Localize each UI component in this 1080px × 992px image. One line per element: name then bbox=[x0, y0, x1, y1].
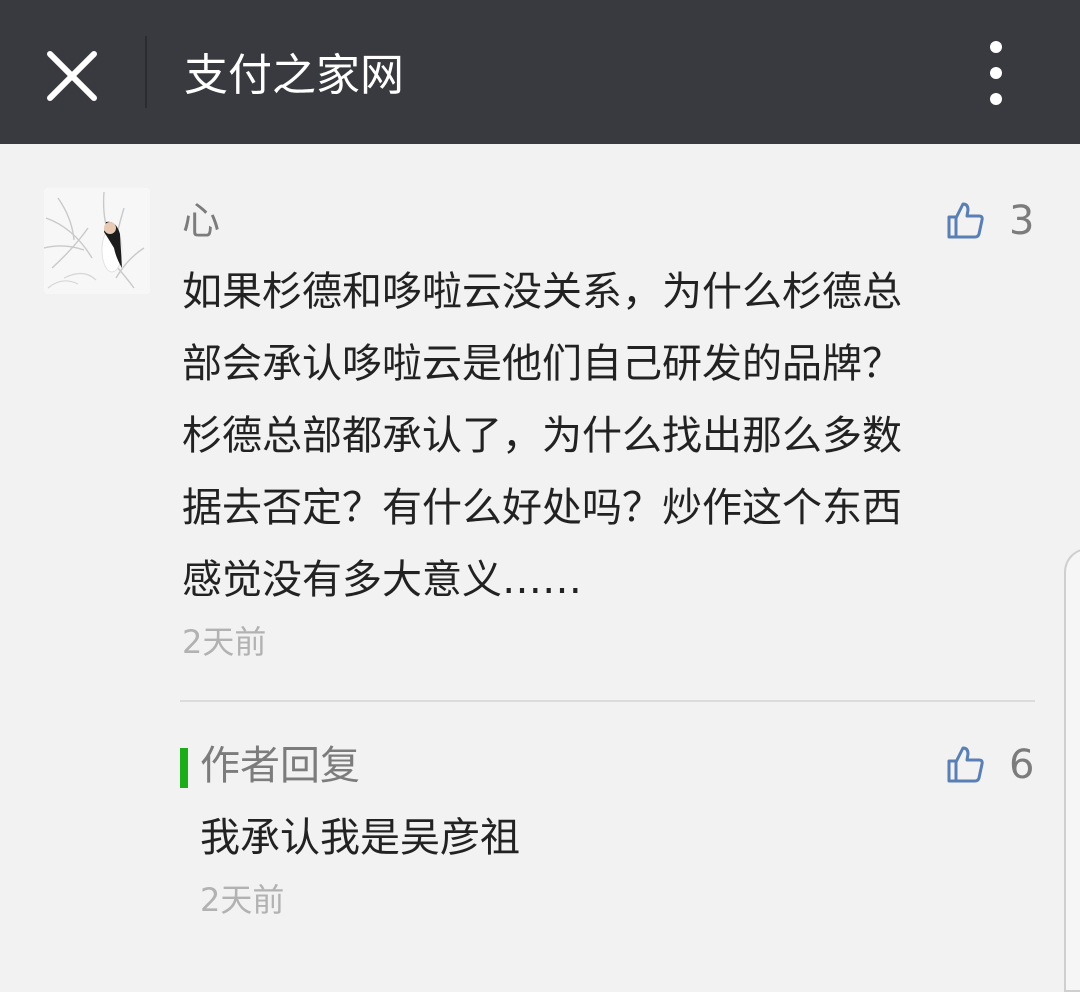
reply-label: 作者回复 bbox=[200, 743, 360, 789]
user-avatar-photo bbox=[44, 188, 150, 294]
reply-like-count: 6 bbox=[1009, 742, 1035, 788]
comment-line: 据去否定？有什么好处吗？炒作这个东西 bbox=[182, 485, 902, 531]
title-divider bbox=[145, 36, 147, 108]
comment-line: 部会承认哆啦云是他们自己研发的品牌？ bbox=[182, 341, 902, 387]
thumbs-up-icon bbox=[947, 746, 984, 783]
reply-text: 我承认我是吴彦祖 bbox=[200, 815, 520, 861]
close-button[interactable] bbox=[36, 40, 108, 112]
more-options-button[interactable] bbox=[966, 36, 1026, 108]
reply-accent-bar bbox=[180, 748, 188, 788]
comment-line: 如果杉德和哆啦云没关系，为什么杉德总 bbox=[182, 269, 902, 315]
comment-time: 2天前 bbox=[182, 623, 267, 661]
comment-line: 杉德总部都承认了，为什么找出那么多数 bbox=[182, 413, 902, 459]
avatar[interactable] bbox=[44, 188, 150, 294]
reply-time: 2天前 bbox=[200, 881, 285, 919]
comment-like-button[interactable]: 3 bbox=[945, 196, 1045, 246]
thumbs-up-icon bbox=[947, 202, 984, 239]
page-title: 支付之家网 bbox=[184, 50, 404, 101]
comment-line: 感觉没有多大意义…… bbox=[182, 557, 582, 603]
comment-content: 如果杉德和哆啦云没关系，为什么杉德总 部会承认哆啦云是他们自己研发的品牌？ 杉德… bbox=[182, 256, 1022, 616]
scroll-edge bbox=[1064, 548, 1080, 992]
comment-like-count: 3 bbox=[1009, 198, 1035, 244]
top-bar: 支付之家网 bbox=[0, 0, 1080, 144]
close-icon bbox=[47, 51, 97, 101]
reply-separator bbox=[180, 700, 1035, 702]
reply-like-button[interactable]: 6 bbox=[945, 740, 1045, 790]
more-vertical-icon bbox=[990, 41, 1002, 105]
comment-nickname: 心 bbox=[182, 199, 221, 243]
